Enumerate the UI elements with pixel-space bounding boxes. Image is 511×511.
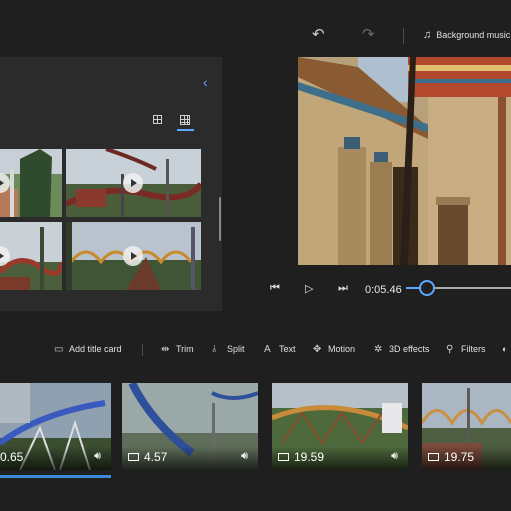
- redo-icon[interactable]: ↷: [362, 27, 375, 42]
- motion-button[interactable]: ✥ Motion: [313, 344, 355, 354]
- large-grid-icon[interactable]: [153, 115, 162, 124]
- split-label: Split: [227, 344, 245, 354]
- title-card-icon: ▭: [54, 343, 64, 355]
- selected-view-indicator: [177, 129, 194, 131]
- chevron-left-icon[interactable]: ‹: [203, 74, 208, 90]
- add-title-card-button[interactable]: ▭ Add title card: [54, 344, 122, 354]
- preview-frame: [298, 57, 511, 265]
- play-icon[interactable]: ▷: [305, 282, 313, 295]
- filters-icon: ⚲: [446, 343, 454, 355]
- filters-label: Filters: [461, 344, 486, 354]
- library-item[interactable]: [66, 222, 201, 290]
- play-icon[interactable]: [123, 246, 143, 266]
- small-grid-icon[interactable]: [180, 115, 190, 125]
- storyboard-clip[interactable]: 4.57 🔊︎: [122, 383, 258, 470]
- clip-duration: 4.57: [128, 450, 167, 464]
- previous-frame-icon[interactable]: ⏮: [270, 282, 280, 295]
- toolbar-divider: [403, 28, 404, 44]
- volume-icon[interactable]: 🔊︎: [391, 450, 398, 463]
- music-note-icon: ♫: [423, 29, 432, 41]
- storyboard-clip[interactable]: 0.65 🔊︎: [0, 383, 111, 470]
- library-item[interactable]: [66, 149, 201, 217]
- filters-button[interactable]: ⚲ Filters: [446, 344, 486, 354]
- storyboard-clip[interactable]: 19.75: [422, 383, 511, 470]
- library-scrollbar[interactable]: [219, 197, 221, 241]
- playback-timecode: 0:05.46: [365, 284, 402, 296]
- more-options-icon[interactable]: ◐: [502, 344, 507, 354]
- trim-button[interactable]: ⇹ Trim: [161, 344, 194, 354]
- video-preview[interactable]: [298, 57, 511, 265]
- trim-label: Trim: [176, 344, 194, 354]
- undo-icon[interactable]: ↶: [312, 27, 325, 42]
- next-frame-icon[interactable]: ⏭: [338, 282, 348, 295]
- clip-duration: 19.59: [278, 450, 324, 464]
- motion-label: Motion: [328, 344, 356, 354]
- text-button[interactable]: A Text: [264, 344, 296, 354]
- background-music-button[interactable]: ♫ Background music: [423, 29, 510, 41]
- volume-icon[interactable]: 🔊︎: [94, 450, 101, 463]
- clip-duration-text: 19.59: [294, 450, 325, 464]
- video-clip-icon: [128, 453, 139, 461]
- text-icon: A: [264, 343, 271, 355]
- 3d-effects-icon: ✲: [374, 343, 383, 355]
- add-title-card-label: Add title card: [69, 344, 122, 354]
- clip-duration-text: 19.75: [444, 450, 475, 464]
- selected-clip-indicator: [0, 475, 111, 478]
- split-icon: ⫰: [212, 343, 217, 355]
- play-icon[interactable]: [123, 173, 143, 193]
- seek-slider-thumb[interactable]: [419, 280, 435, 296]
- toolbar-divider: [142, 344, 143, 356]
- 3d-effects-label: 3D effects: [389, 344, 430, 354]
- project-library-panel: ‹: [0, 57, 222, 311]
- 3d-effects-button[interactable]: ✲ 3D effects: [374, 344, 429, 354]
- clip-duration: 19.75: [428, 450, 474, 464]
- volume-icon[interactable]: 🔊︎: [241, 450, 248, 463]
- video-clip-icon: [428, 453, 439, 461]
- clip-duration: 0.65: [0, 450, 23, 464]
- top-bar: ↶ ↷ ♫ Background music: [0, 0, 511, 55]
- clip-duration-text: 0.65: [0, 450, 24, 464]
- motion-icon: ✥: [313, 343, 322, 355]
- split-button[interactable]: ⫰ Split: [212, 344, 245, 354]
- library-item[interactable]: [0, 222, 62, 290]
- text-label: Text: [279, 344, 296, 354]
- storyboard-clip[interactable]: 19.59 🔊︎: [272, 383, 408, 470]
- video-clip-icon: [278, 453, 289, 461]
- background-music-label: Background music: [436, 30, 511, 40]
- trim-icon: ⇹: [161, 343, 170, 355]
- clip-duration-text: 4.57: [144, 450, 168, 464]
- library-item[interactable]: [0, 149, 62, 217]
